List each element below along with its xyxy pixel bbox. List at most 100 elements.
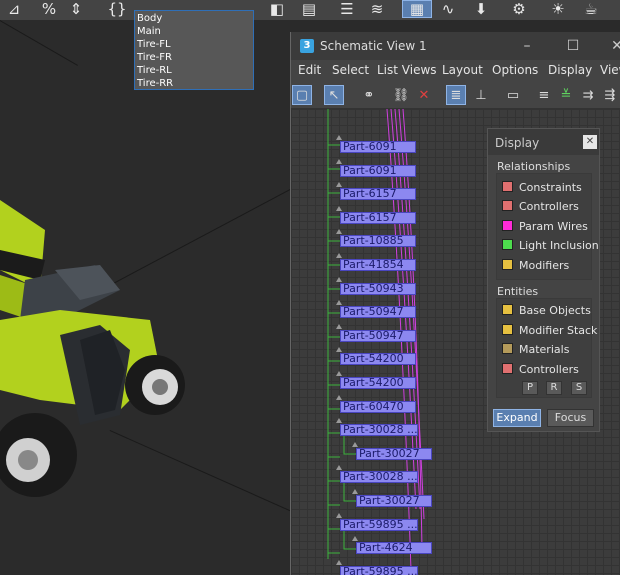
display-floater-icon[interactable]: ▢ bbox=[292, 85, 312, 105]
node-arrow-icon bbox=[336, 229, 342, 235]
named-selection-icon[interactable]: {} bbox=[106, 0, 128, 18]
focus-button[interactable]: Focus bbox=[547, 409, 594, 427]
ent-controllers-checkbox[interactable] bbox=[502, 363, 513, 374]
align-icon[interactable]: ▤ bbox=[297, 0, 321, 18]
layer-explorer-icon[interactable]: ≋ bbox=[366, 0, 388, 18]
find-icon[interactable]: ≡ bbox=[534, 85, 554, 105]
select-icon[interactable]: ↖ bbox=[324, 85, 344, 105]
maximize-icon[interactable]: ☐ bbox=[563, 36, 583, 56]
toggle-label: Param Wires bbox=[519, 220, 588, 233]
rel-constraints-toggle[interactable]: Constraints bbox=[502, 181, 582, 194]
schematic-node[interactable]: Part-10885 bbox=[340, 235, 416, 248]
schematic-node[interactable]: Part-30027 bbox=[356, 447, 432, 460]
schematic-node[interactable]: Part-50943 bbox=[340, 282, 416, 295]
dropdown-item-tire-fl[interactable]: Tire-FL bbox=[137, 38, 253, 51]
node-arrow-icon bbox=[352, 489, 358, 494]
floater-title-bar[interactable]: Display ✕ bbox=[488, 129, 599, 155]
rel-modifiers-toggle[interactable]: Modifiers bbox=[502, 259, 569, 272]
schematic-node[interactable]: Part-41854 bbox=[340, 259, 416, 271]
app-logo-icon: 3 bbox=[300, 39, 314, 53]
collapse-all-icon[interactable]: ⇶ bbox=[600, 85, 620, 105]
rel-controllers-toggle[interactable]: Controllers bbox=[502, 200, 579, 213]
schematic-node[interactable]: Part-30027 bbox=[356, 495, 432, 507]
curve-editor-icon[interactable]: ∿ bbox=[436, 0, 460, 18]
menu-list-views[interactable]: List Views bbox=[377, 63, 437, 77]
node-arrow-icon bbox=[336, 394, 342, 400]
scale-button[interactable]: S bbox=[571, 381, 587, 395]
menu-layout[interactable]: Layout bbox=[442, 63, 483, 77]
menu-select[interactable]: Select bbox=[332, 63, 369, 77]
menu-display[interactable]: Display bbox=[548, 63, 592, 77]
schematic-node[interactable]: Part-54200 bbox=[340, 353, 416, 366]
schematic-node[interactable]: Part-50947 bbox=[340, 329, 416, 342]
menu-view[interactable]: View bbox=[600, 63, 620, 77]
rel-param-wires-toggle[interactable]: Param Wires bbox=[502, 220, 588, 233]
dropdown-item-body[interactable]: Body bbox=[137, 12, 253, 25]
scene-explorer-icon[interactable]: ☰ bbox=[336, 0, 358, 18]
material-editor-icon[interactable]: ⬇ bbox=[468, 0, 494, 18]
unlink-selected-icon[interactable]: ⛓ bbox=[391, 85, 411, 105]
schematic-node[interactable]: Part-30028 ... bbox=[340, 424, 418, 437]
ent-modifier-stack-toggle[interactable]: Modifier Stack bbox=[502, 324, 597, 337]
toggle-label: Modifier Stack bbox=[519, 324, 598, 337]
schematic-node[interactable]: Part-60470 bbox=[340, 400, 416, 413]
mirror-icon[interactable]: ◧ bbox=[265, 0, 289, 18]
perspective-viewport[interactable] bbox=[0, 20, 290, 575]
grid-line bbox=[0, 20, 78, 66]
title-bar[interactable]: 3 Schematic View 1 – ☐ ✕ bbox=[291, 32, 620, 60]
modifier-stack-checkbox[interactable] bbox=[502, 324, 513, 335]
close-icon[interactable]: ✕ bbox=[583, 135, 597, 149]
delete-icon[interactable]: ✕ bbox=[414, 85, 434, 105]
base-objects-checkbox[interactable] bbox=[502, 304, 513, 315]
percent-snap-icon[interactable]: % bbox=[36, 0, 62, 18]
minimize-icon[interactable]: – bbox=[517, 36, 537, 56]
connect-icon[interactable]: ⚭ bbox=[359, 85, 379, 105]
controllers-checkbox[interactable] bbox=[502, 200, 513, 211]
schematic-node[interactable]: Part-6091 bbox=[340, 141, 416, 153]
dropdown-item-tire-fr[interactable]: Tire-FR bbox=[137, 51, 253, 64]
schematic-node[interactable]: Part-50947 bbox=[340, 306, 416, 319]
hierarchy-mode-icon[interactable]: ≣ bbox=[446, 85, 466, 105]
menu-options[interactable]: Options bbox=[492, 63, 538, 77]
node-arrow-icon bbox=[336, 512, 342, 518]
dropdown-item-main[interactable]: Main bbox=[137, 25, 253, 38]
close-icon[interactable]: ✕ bbox=[607, 36, 620, 56]
schematic-node[interactable]: Part-4624 bbox=[356, 542, 432, 555]
modifiers-checkbox[interactable] bbox=[502, 259, 513, 270]
references-mode-icon[interactable]: ⊥ bbox=[471, 85, 491, 105]
schematic-node[interactable]: Part-6157 bbox=[340, 188, 416, 201]
snap-toggle-icon[interactable]: ⊿ bbox=[4, 0, 24, 18]
expand-button[interactable]: Expand bbox=[493, 409, 541, 427]
materials-checkbox[interactable] bbox=[502, 343, 513, 354]
schematic-view-icon[interactable]: ▦ bbox=[402, 0, 432, 18]
schematic-node[interactable]: Part-59895 ... bbox=[340, 518, 418, 531]
position-button[interactable]: P bbox=[522, 381, 538, 395]
ent-base-objects-toggle[interactable]: Base Objects bbox=[502, 304, 591, 317]
light-inclusion-checkbox[interactable] bbox=[502, 239, 513, 250]
tractor-model[interactable] bbox=[0, 170, 200, 510]
render-frame-icon[interactable]: ☀ bbox=[545, 0, 571, 18]
dropdown-item-tire-rl[interactable]: Tire-RL bbox=[137, 64, 253, 77]
ent-controllers-toggle[interactable]: Controllers bbox=[502, 363, 579, 376]
display-floater: Display ✕ Relationships Constraints Cont… bbox=[487, 128, 600, 432]
filter-icon[interactable]: ≚ bbox=[556, 85, 576, 105]
expand-all-icon[interactable]: ⇉ bbox=[578, 85, 598, 105]
render-setup-icon[interactable]: ⚙ bbox=[506, 0, 532, 18]
zoom-selected-icon[interactable]: ▭ bbox=[503, 85, 523, 105]
dropdown-item-tire-rr[interactable]: Tire-RR bbox=[137, 77, 253, 90]
schematic-node[interactable]: Part-6157 bbox=[340, 211, 416, 224]
menu-edit[interactable]: Edit bbox=[298, 63, 321, 77]
schematic-node[interactable]: Part-6091 bbox=[340, 164, 416, 177]
render-icon[interactable]: ☕ bbox=[578, 0, 604, 18]
schematic-node[interactable]: Part-30028 ... bbox=[340, 471, 418, 484]
schematic-node[interactable]: Part-54200 bbox=[340, 377, 416, 389]
rotation-button[interactable]: R bbox=[546, 381, 562, 395]
spinner-snap-icon[interactable]: ⇕ bbox=[66, 0, 86, 18]
rel-light-inclusion-toggle[interactable]: Light Inclusion bbox=[502, 239, 599, 252]
schematic-node[interactable]: Part-59895 ... bbox=[340, 565, 418, 575]
param-wires-checkbox[interactable] bbox=[502, 220, 513, 231]
constraints-checkbox[interactable] bbox=[502, 181, 513, 192]
toggle-label: Controllers bbox=[519, 200, 579, 213]
ent-materials-toggle[interactable]: Materials bbox=[502, 343, 569, 356]
menu-bar: Edit Select List Views Layout Options Di… bbox=[291, 60, 620, 82]
